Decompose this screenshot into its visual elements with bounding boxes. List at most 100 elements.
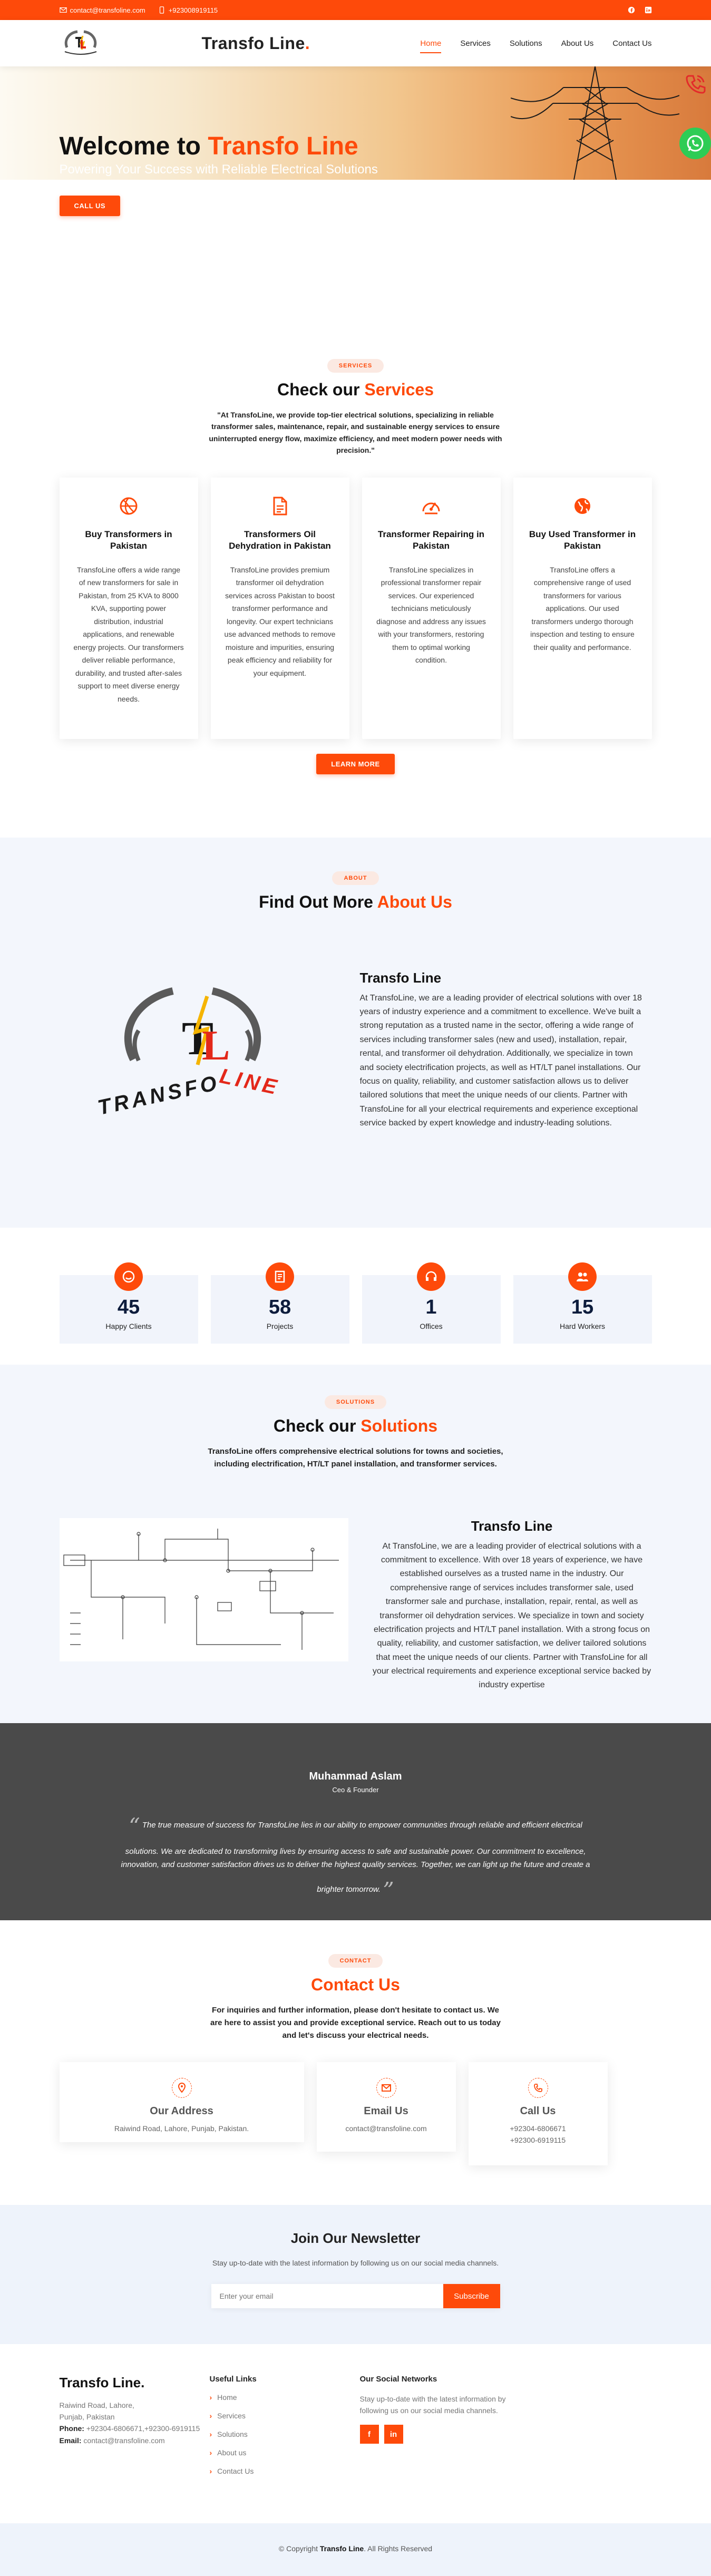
stats-section: 45 Happy Clients 58 Projects 1 Offices 1… bbox=[0, 1228, 711, 1365]
mobile-phone-icon bbox=[159, 6, 164, 14]
speedometer-icon bbox=[422, 502, 440, 514]
stat-label: Happy Clients bbox=[105, 1321, 152, 1330]
services-title-prefix: Check our bbox=[277, 380, 365, 399]
services-lead: "At TransfoLine, we provide top-tier ele… bbox=[209, 411, 502, 455]
logo-letter-l: L bbox=[202, 1023, 230, 1069]
about-title: Find Out More About Us bbox=[60, 892, 652, 912]
service-title: Buy Transformers in Pakistan bbox=[85, 529, 172, 551]
floating-phone-button[interactable] bbox=[679, 69, 711, 100]
hero-banner: Welcome to Transfo Line Powering Your Su… bbox=[0, 66, 711, 180]
phone-icon bbox=[528, 2077, 548, 2098]
footer-address-1: Raiwind Road, Lahore, bbox=[59, 2400, 134, 2409]
footer-link-solutions[interactable]: Solutions bbox=[210, 2430, 360, 2438]
footer-address-2: Punjab, Pakistan bbox=[59, 2412, 115, 2421]
contact-card-phone[interactable]: Call Us +92304-6806671 +92300-6919115 bbox=[468, 2062, 608, 2165]
footer-email-value: contact@transfoline.com bbox=[81, 2436, 165, 2445]
footer-link-contact[interactable]: Contact Us bbox=[210, 2467, 360, 2475]
topbar-phone[interactable]: +923008919115 bbox=[158, 6, 218, 14]
testimonial-name: Muhammad Aslam bbox=[309, 1770, 402, 1782]
footer-company: Transfo Line. Raiwind Road, Lahore, Punj… bbox=[60, 2375, 210, 2485]
globe-icon bbox=[574, 498, 590, 514]
topbar-email[interactable]: contact@transfoline.com bbox=[59, 6, 145, 14]
subscribe-button[interactable]: Subscribe bbox=[443, 2284, 500, 2309]
hero-cta-row: CALL US bbox=[0, 180, 711, 222]
floating-whatsapp-button[interactable] bbox=[679, 128, 711, 159]
contact-lead: For inquiries and further information, p… bbox=[210, 2005, 501, 2040]
contact-phone-2: +92300-6919115 bbox=[510, 2135, 566, 2144]
stat-card: 58 Projects bbox=[210, 1262, 349, 1344]
footer-facebook-button[interactable]: f bbox=[359, 2425, 379, 2444]
brand-title[interactable]: Transfo Line. bbox=[202, 34, 310, 53]
headset-icon bbox=[417, 1262, 445, 1291]
solutions-title: Check our Solutions bbox=[60, 1416, 652, 1436]
stat-card: 45 Happy Clients bbox=[59, 1262, 198, 1344]
call-us-button[interactable]: CALL US bbox=[59, 196, 121, 216]
newsletter-email-input[interactable] bbox=[211, 2284, 443, 2309]
basketball-icon bbox=[120, 497, 138, 515]
logo[interactable] bbox=[60, 27, 102, 59]
contact-card-email[interactable]: Email Us contact@transfoline.com bbox=[316, 2062, 456, 2152]
contact-card-title: Email Us bbox=[364, 2105, 408, 2117]
people-icon bbox=[568, 1262, 597, 1291]
map-pin-icon bbox=[171, 2077, 192, 2098]
header: Transfo Line. Home Services Solutions Ab… bbox=[0, 20, 711, 66]
footer-links-title: Useful Links bbox=[209, 2374, 257, 2384]
nav-solutions[interactable]: Solutions bbox=[510, 36, 542, 51]
stat-label: Projects bbox=[266, 1321, 294, 1330]
stat-card: 1 Offices bbox=[362, 1262, 501, 1344]
testimonial-role: Ceo & Founder bbox=[332, 1785, 379, 1794]
footer-phone-value: +92304-6806671,+92300-6919115 bbox=[84, 2424, 200, 2433]
whatsapp-icon bbox=[687, 135, 704, 152]
topbar-phone-text: +923008919115 bbox=[168, 6, 218, 14]
about-paragraph: At TransfoLine, we are a leading provide… bbox=[359, 993, 642, 1128]
topbar: contact@transfoline.com +923008919115 bbox=[0, 0, 711, 20]
copyright-prefix: © Copyright bbox=[278, 2544, 320, 2553]
footer-link-home[interactable]: Home bbox=[210, 2393, 360, 2402]
contact-phone-1: +92304-6806671 bbox=[510, 2124, 566, 2133]
nav-contact[interactable]: Contact Us bbox=[612, 36, 651, 51]
linkedin-icon[interactable] bbox=[645, 6, 652, 14]
testimonial-quote-text: The true measure of success for TransfoL… bbox=[121, 1820, 590, 1894]
solutions-lead: TransfoLine offers comprehensive electri… bbox=[208, 1446, 503, 1469]
copyright-brand: Transfo Line bbox=[319, 2544, 364, 2553]
contact-card-title: Call Us bbox=[520, 2105, 556, 2117]
facebook-icon[interactable] bbox=[628, 6, 635, 14]
learn-more-button[interactable]: LEARN MORE bbox=[316, 753, 395, 774]
services-section: SERVICES Check our Services "At TransfoL… bbox=[0, 222, 711, 806]
about-title-prefix: Find Out More bbox=[259, 892, 377, 911]
footer-linkedin-button[interactable]: in bbox=[384, 2425, 403, 2444]
open-quote-icon: “ bbox=[129, 1813, 140, 1839]
newsletter-title: Join Our Newsletter bbox=[290, 2230, 421, 2246]
service-card[interactable]: Buy Used Transformer in Pakistan Transfo… bbox=[513, 477, 652, 739]
footer-link-services[interactable]: Services bbox=[210, 2412, 360, 2420]
service-title: Transformer Repairing in Pakistan bbox=[377, 529, 485, 551]
brand-name: Transfo Line bbox=[201, 33, 305, 53]
newsletter-section: Join Our Newsletter Stay up-to-date with… bbox=[0, 2204, 711, 2344]
stat-value: 58 bbox=[268, 1296, 291, 1318]
footer-social-title: Our Social Networks bbox=[359, 2374, 437, 2384]
footer: Transfo Line. Raiwind Road, Lahore, Punj… bbox=[0, 2344, 711, 2523]
service-card[interactable]: Buy Transformers in Pakistan TransfoLine… bbox=[59, 477, 198, 739]
footer-link-about[interactable]: About us bbox=[210, 2448, 360, 2457]
electrification-layout-diagram bbox=[59, 1518, 348, 1661]
nav-about[interactable]: About Us bbox=[561, 36, 594, 51]
stat-label: Offices bbox=[420, 1321, 443, 1330]
solutions-pill: SOLUTIONS bbox=[324, 1395, 387, 1409]
service-card[interactable]: Transformers Oil Dehydration in Pakistan… bbox=[210, 477, 349, 739]
transfo-line-logo: T L TRANSFO LINE bbox=[95, 987, 281, 1119]
contact-card-title: Our Address bbox=[150, 2105, 213, 2117]
newsletter-form: Subscribe bbox=[211, 2284, 500, 2309]
envelope-icon bbox=[376, 2077, 396, 2098]
service-card[interactable]: Transformer Repairing in Pakistan Transf… bbox=[362, 477, 501, 739]
service-text: TransfoLine offers a comprehensive range… bbox=[530, 565, 635, 652]
contact-title: Contact Us bbox=[311, 1975, 400, 1994]
contact-address-text: Raiwind Road, Lahore, Punjab, Pakistan. bbox=[114, 2124, 249, 2133]
solutions-heading: Transfo Line bbox=[471, 1518, 553, 1534]
stat-value: 1 bbox=[425, 1296, 437, 1318]
hero-title: Welcome to Transfo Line bbox=[60, 132, 358, 161]
phone-icon bbox=[686, 75, 706, 94]
nav-services[interactable]: Services bbox=[460, 36, 491, 51]
nav-home[interactable]: Home bbox=[420, 36, 442, 53]
about-heading: Transfo Line bbox=[359, 969, 442, 986]
services-pill: SERVICES bbox=[327, 359, 384, 373]
